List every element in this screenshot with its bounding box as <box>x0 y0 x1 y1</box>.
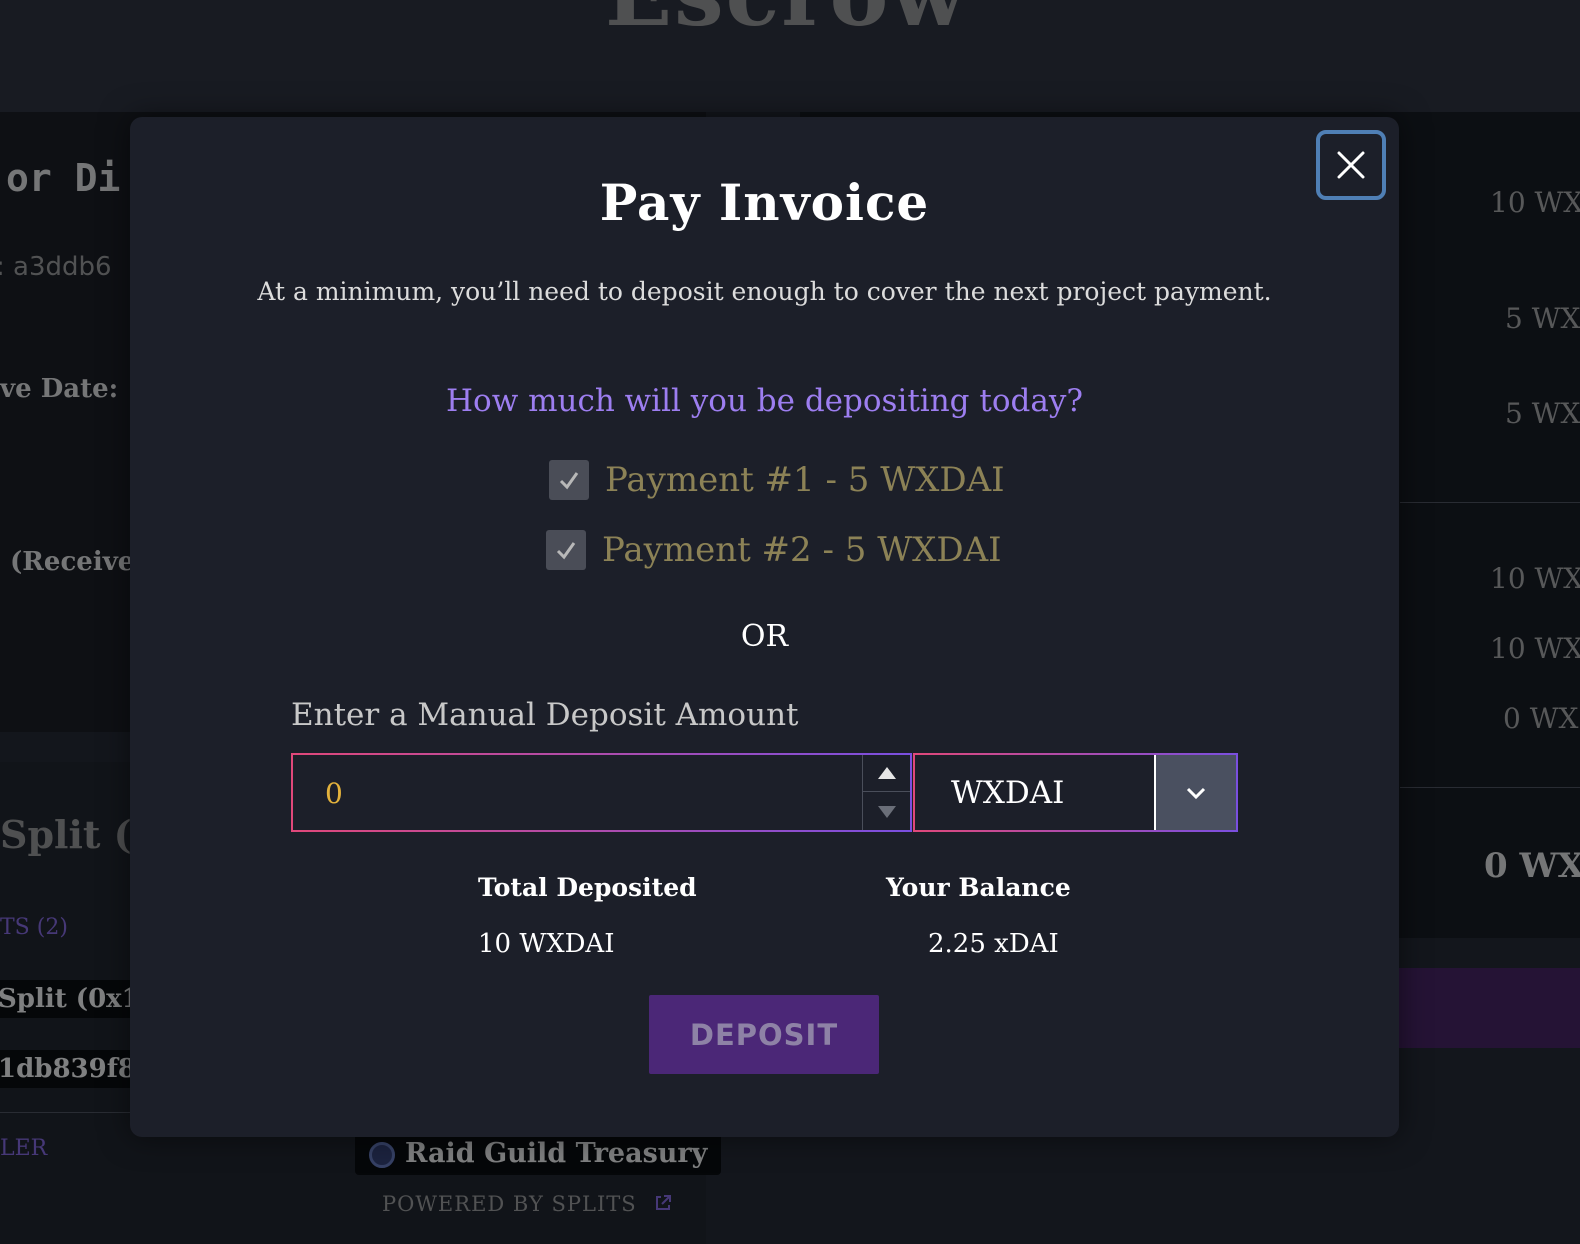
payment-1-checkbox[interactable] <box>549 460 589 500</box>
amount-stepper[interactable] <box>862 755 910 830</box>
modal-title: Pay Invoice <box>599 173 930 232</box>
payment-2-checkbox[interactable] <box>546 530 586 570</box>
deposit-amount-input[interactable]: 0 <box>291 753 912 832</box>
arrow-up-icon <box>877 767 896 779</box>
deposit-question: How much will you be depositing today? <box>446 383 1083 419</box>
chevron-down-icon <box>1186 787 1206 799</box>
decrement-button[interactable] <box>863 793 910 830</box>
pay-invoice-modal: Pay Invoice At a minimum, you’ll need to… <box>130 117 1399 1137</box>
arrow-down-icon <box>877 805 896 818</box>
check-icon <box>559 472 579 490</box>
check-icon <box>556 542 576 560</box>
or-divider: OR <box>740 619 789 654</box>
payment-2-label: Payment #2 - 5 WXDAI <box>602 530 1002 570</box>
payment-1-label: Payment #1 - 5 WXDAI <box>605 460 1005 500</box>
payment-option-2[interactable]: Payment #2 - 5 WXDAI <box>546 530 1002 570</box>
token-selected-value: WXDAI <box>951 775 1065 811</box>
manual-deposit-label: Enter a Manual Deposit Amount <box>291 697 799 733</box>
total-deposited-value: 10 WXDAI <box>478 929 615 959</box>
modal-subtitle: At a minimum, you’ll need to deposit eno… <box>257 277 1272 306</box>
token-dropdown-toggle[interactable] <box>1154 755 1236 830</box>
balance-value: 2.25 xDAI <box>928 929 1059 959</box>
token-select[interactable]: WXDAI <box>913 753 1238 832</box>
deposit-amount-value[interactable]: 0 <box>325 777 343 810</box>
deposit-button[interactable]: DEPOSIT <box>649 995 879 1074</box>
total-deposited-label: Total Deposited <box>478 873 697 902</box>
increment-button[interactable] <box>863 755 910 792</box>
balance-label: Your Balance <box>886 873 1071 902</box>
payment-option-1[interactable]: Payment #1 - 5 WXDAI <box>549 460 1005 500</box>
